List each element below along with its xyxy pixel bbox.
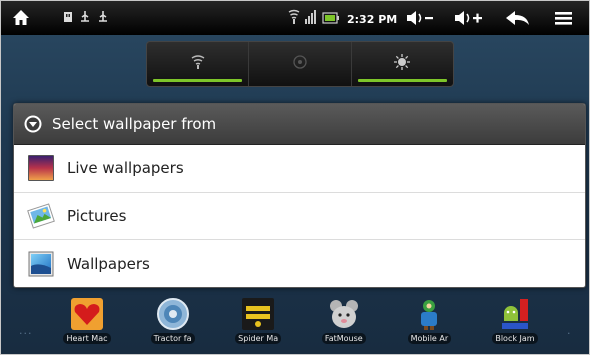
brightness-toggle[interactable] [350,42,453,86]
usb-debug-icon [97,10,109,24]
wifi-toggle-indicator [153,79,243,82]
status-time: 2:32 PM [347,12,398,26]
app-shortcut[interactable]: Mobile Ar [403,297,455,353]
pictures-icon [25,200,57,232]
status-bar: 2:32 PM [1,1,589,35]
list-item-label: Wallpapers [67,254,150,273]
page-indicator-right: · [567,327,572,340]
brightness-toggle-indicator [357,79,447,82]
mobile-app-icon [412,297,446,331]
app-shortcut[interactable]: Tractor fa [147,297,199,353]
app-label: Tractor fa [150,333,195,344]
app-shortcut[interactable]: Block Jam [489,297,541,353]
power-control-widget [146,41,454,87]
list-item-wallpapers[interactable]: Wallpapers [14,240,585,287]
volume-up-icon[interactable] [453,9,485,27]
wifi-icon [191,54,205,74]
signal-icon [304,9,318,29]
chevron-down-icon [23,114,43,134]
block-app-icon [498,297,532,331]
app-shortcut[interactable]: FatMouse [318,297,370,353]
battery-icon [322,10,340,29]
page-indicator-left: ··· [19,327,33,340]
app-label: Spider Ma [235,333,282,344]
wallpaper-chooser-dialog: Select wallpaper from Live wallpapers Pi… [13,103,586,288]
home-icon[interactable] [11,8,31,28]
brightness-icon [394,54,411,74]
app-label: Block Jam [492,333,538,344]
app-shortcut[interactable]: Heart Mac [61,297,113,353]
tractor-app-icon [156,297,190,331]
status-indicators: 2:32 PM [288,9,397,29]
list-item-label: Pictures [67,206,127,225]
live-wallpaper-icon [25,152,57,184]
usb-debug-icon [79,10,91,24]
gps-icon [292,54,308,74]
list-item-pictures[interactable]: Pictures [14,193,585,240]
wallpapers-icon [25,248,57,280]
gps-toggle[interactable] [248,42,350,86]
notification-icons [63,10,109,24]
back-icon[interactable] [504,9,532,27]
app-label: Heart Mac [63,333,111,344]
spider-app-icon [241,297,275,331]
app-shortcut[interactable]: Spider Ma [232,297,284,353]
mouse-app-icon [327,297,361,331]
heart-app-icon [70,297,104,331]
dialog-title-bar: Select wallpaper from [14,104,585,145]
volume-down-icon[interactable] [405,9,435,27]
wifi-icon [288,9,300,29]
list-item-label: Live wallpapers [67,159,184,178]
list-item-live-wallpapers[interactable]: Live wallpapers [14,145,585,193]
dialog-title: Select wallpaper from [52,115,217,133]
device-screen: 2:32 PM Select wallpaper from Live wallp… [0,0,590,355]
app-label: Mobile Ar [407,333,452,344]
wifi-toggle[interactable] [147,42,248,86]
usb-icon [63,10,73,24]
app-dock: Heart Mac Tractor fa Spider Ma FatMouse … [61,297,541,353]
menu-icon[interactable] [554,9,574,27]
app-label: FatMouse [321,333,366,344]
